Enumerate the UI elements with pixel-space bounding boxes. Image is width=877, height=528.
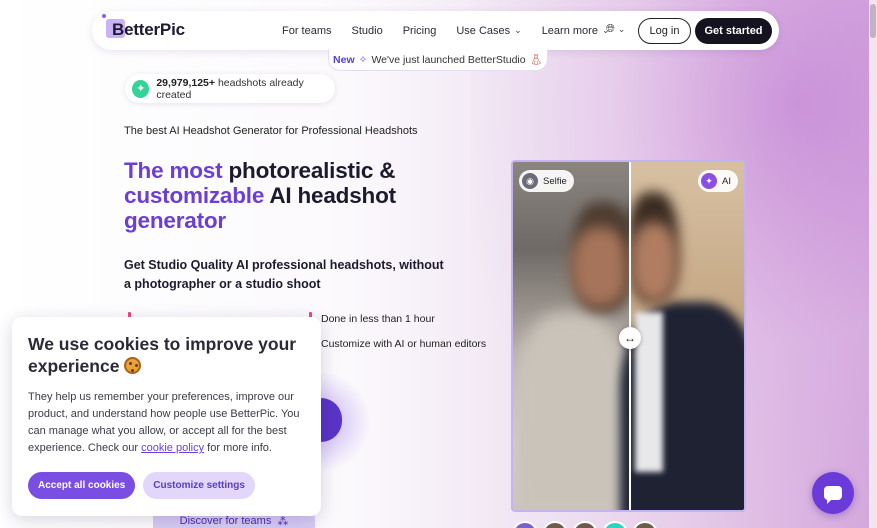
globe-icon: 🌐︎ — [606, 23, 615, 35]
headshot-counter-badge: ✦ 29,979,125+ headshots already created — [125, 74, 335, 103]
nav-link-pricing[interactable]: Pricing — [403, 25, 437, 37]
team-icon: ⁂ — [277, 515, 289, 528]
drag-handle-icon[interactable]: ↔ — [619, 327, 641, 349]
chevron-down-icon: ⌄ — [514, 25, 522, 35]
accept-all-cookies-button[interactable]: Accept all cookies — [28, 472, 136, 499]
selfie-body — [513, 312, 630, 510]
hero-title-part: customizable — [124, 183, 265, 208]
counter-number: 29,979,125+ — [156, 76, 216, 89]
cookie-title-text: We use cookies to improve your experienc… — [28, 334, 297, 376]
ai-face — [630, 222, 678, 302]
hero-title-part: The most — [124, 158, 223, 183]
sparkle-icon: ✦ — [132, 79, 150, 98]
thumbnail[interactable] — [572, 521, 598, 528]
discover-label: Discover for teams — [179, 515, 272, 527]
chevron-down-icon: ⌄ — [617, 24, 626, 34]
new-label: New — [333, 53, 355, 66]
thumbnail[interactable] — [512, 521, 538, 528]
nav-link-for-teams[interactable]: For teams — [282, 25, 332, 37]
nav-link-label: Pricing — [402, 24, 437, 37]
customize-settings-button[interactable]: Customize settings — [143, 472, 255, 499]
logo[interactable]: BetterPic — [102, 14, 185, 40]
camera-icon: ◉ — [522, 173, 538, 189]
cookie-icon — [124, 357, 142, 374]
chat-icon — [824, 486, 842, 504]
hero-subtitle: The best AI Headshot Generator for Profe… — [124, 125, 418, 137]
cookie-body-text: for more info. — [207, 442, 272, 454]
get-started-button[interactable]: Get started — [695, 18, 772, 44]
hero-description: Get Studio Quality AI professional heads… — [124, 258, 444, 291]
nav-link-studio[interactable]: Studio — [352, 25, 383, 37]
selfie-tag: ◉ Selfie — [519, 170, 574, 192]
language-selector[interactable]: 🌐︎ ⌄ — [606, 23, 625, 36]
selfie-tag-label: Selfie — [543, 175, 567, 187]
chat-widget-button[interactable] — [812, 472, 854, 514]
ai-tag: ✦ AI — [698, 170, 738, 192]
thumbnail[interactable] — [542, 521, 568, 528]
hero-title-part: photorealistic & — [228, 158, 396, 183]
scrollbar-thumb[interactable] — [870, 4, 876, 38]
counter-text: 29,979,125+ headshots already created — [156, 77, 335, 101]
hero-title-part: generator — [124, 208, 226, 233]
dress-icon: 👗︎ — [529, 54, 543, 66]
logo-dot — [102, 14, 106, 18]
cookie-policy-link[interactable]: cookie policy — [141, 442, 204, 454]
selfie-image — [513, 162, 633, 510]
nav-link-label: For teams — [282, 24, 332, 37]
sparkle-icon: ✧ — [358, 53, 368, 66]
hero-title: The most photorealistic & customizable A… — [124, 158, 454, 233]
feature-item: Customize with AI or human editors — [321, 338, 487, 350]
feature-item: Done in less than 1 hour — [321, 313, 435, 325]
page-scrollbar[interactable] — [869, 0, 877, 528]
nav-link-label: Learn more — [541, 24, 598, 37]
thumbnail[interactable] — [602, 521, 628, 528]
top-navbar: BetterPic For teams Studio Pricing Use C… — [92, 11, 779, 50]
announcement-text: We've just launched BetterStudio — [371, 53, 526, 66]
nav-link-label: Studio — [351, 24, 383, 37]
cookie-consent-dialog: We use cookies to improve your experienc… — [12, 317, 321, 516]
cookie-title: We use cookies to improve your experienc… — [28, 333, 303, 377]
ai-tag-label: AI — [722, 175, 731, 187]
before-after-comparison[interactable]: ↔ ◉ Selfie ✦ AI — [511, 160, 746, 512]
hero-title-part: AI headshot — [269, 183, 396, 208]
ai-headshot-image — [620, 162, 744, 510]
login-button[interactable]: Log in — [638, 18, 691, 44]
selfie-face — [571, 227, 629, 307]
thumbnail[interactable] — [632, 521, 658, 528]
nav-link-learn-more[interactable]: Learn more ⌄ — [542, 25, 610, 37]
nav-link-use-cases[interactable]: Use Cases ⌄ — [456, 25, 521, 37]
cookie-body: They help us remember your preferences, … — [28, 389, 308, 457]
example-thumbnails — [512, 521, 658, 528]
nav-link-label: Use Cases — [456, 24, 511, 37]
cookie-buttons: Accept all cookies Customize settings — [28, 472, 255, 499]
sparkle-icon: ✦ — [701, 173, 718, 189]
announcement-banner[interactable]: New ✧ We've just launched BetterStudio 👗… — [328, 49, 548, 71]
nav-links: For teams Studio Pricing Use Cases ⌄ Lear… — [282, 11, 610, 50]
logo-text: BetterPic — [112, 20, 185, 39]
